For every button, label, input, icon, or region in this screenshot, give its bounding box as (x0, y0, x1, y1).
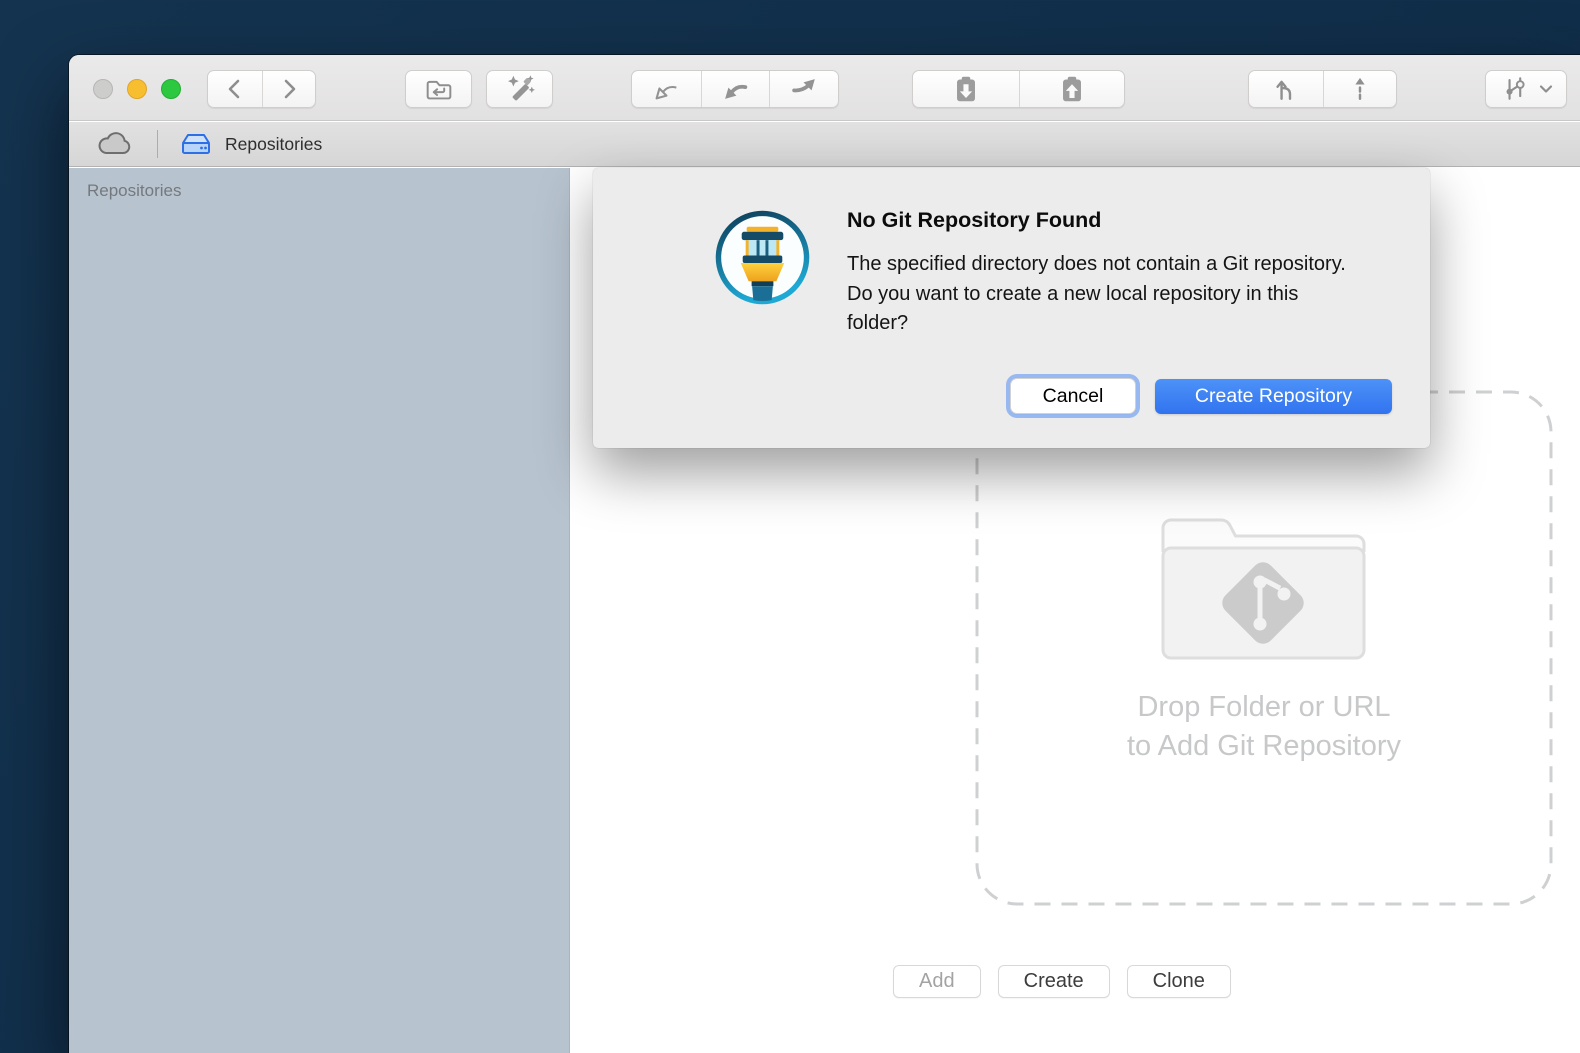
drop-zone-text: Drop Folder or URL to Add Git Repository (1127, 688, 1401, 766)
nav-segmented-control (207, 70, 316, 108)
view-graph-dropdown-button[interactable] (1485, 70, 1567, 108)
clone-button[interactable]: Clone (1127, 965, 1231, 998)
stash-apply-clipboard-up-icon (1055, 72, 1089, 106)
stash-save-button[interactable] (913, 71, 1019, 107)
sidebar-header: Repositories (69, 168, 569, 201)
back-chevron-icon (222, 76, 248, 102)
forward-chevron-icon (276, 76, 302, 102)
no-git-repository-dialog: No Git Repository Found The specified di… (593, 168, 1430, 448)
drop-zone-inner: Drop Folder or URL to Add Git Repository (975, 390, 1553, 906)
cancel-button[interactable]: Cancel (1010, 378, 1136, 414)
push-button[interactable] (1323, 71, 1397, 107)
dialog-title: No Git Repository Found (847, 208, 1101, 233)
dialog-message: The specified directory does not contain… (847, 250, 1347, 339)
undo-outline-icon (650, 73, 682, 105)
create-repository-button[interactable]: Create Repository (1155, 379, 1392, 414)
open-folder-return-icon (422, 72, 456, 106)
drop-zone-line1: Drop Folder or URL (1127, 688, 1401, 727)
checkout-undo-button[interactable] (632, 71, 701, 107)
path-bar: Repositories (69, 122, 1580, 167)
create-button[interactable]: Create (998, 965, 1110, 998)
chevron-down-icon (1538, 81, 1554, 97)
quick-setup-button[interactable] (486, 70, 553, 108)
undo-button[interactable] (701, 71, 770, 107)
sync-segmented-control (1248, 70, 1397, 108)
redo-filled-icon (788, 73, 820, 105)
stash-segmented-control (912, 70, 1125, 108)
repositories-drive-icon (178, 130, 214, 159)
repositories-sidebar[interactable]: Repositories (69, 168, 570, 1053)
minimize-button[interactable] (127, 79, 147, 99)
dialog-buttons: Cancel Create Repository (1010, 378, 1392, 414)
git-folder-icon (1149, 490, 1379, 670)
close-button[interactable] (93, 79, 113, 99)
undo-filled-icon (719, 73, 751, 105)
push-dashed-arrow-icon (1344, 73, 1376, 105)
forward-button[interactable] (262, 71, 316, 107)
cloud-icon[interactable] (95, 129, 135, 159)
breadcrumb-repositories[interactable]: Repositories (178, 130, 322, 159)
traffic-lights (93, 79, 181, 99)
commit-graph-icon (1498, 73, 1530, 105)
repository-actions: Add Create Clone (571, 965, 1553, 998)
back-button[interactable] (208, 71, 262, 107)
repository-drop-zone[interactable]: Drop Folder or URL to Add Git Repository (975, 390, 1553, 906)
breadcrumb-label: Repositories (225, 134, 322, 155)
merge-branch-icon (1270, 73, 1302, 105)
open-repository-button[interactable] (405, 70, 472, 108)
zoom-button[interactable] (161, 79, 181, 99)
add-button[interactable]: Add (893, 965, 981, 998)
stash-apply-button[interactable] (1019, 71, 1125, 107)
magic-wand-icon (503, 72, 537, 106)
path-divider (157, 130, 158, 158)
title-bar[interactable] (69, 55, 1580, 121)
drop-zone-line2: to Add Git Repository (1127, 727, 1401, 766)
merge-button[interactable] (1249, 71, 1323, 107)
gitup-app-icon (713, 208, 812, 307)
undo-redo-segmented-control (631, 70, 839, 108)
redo-button[interactable] (769, 71, 838, 107)
stash-save-clipboard-down-icon (949, 72, 983, 106)
